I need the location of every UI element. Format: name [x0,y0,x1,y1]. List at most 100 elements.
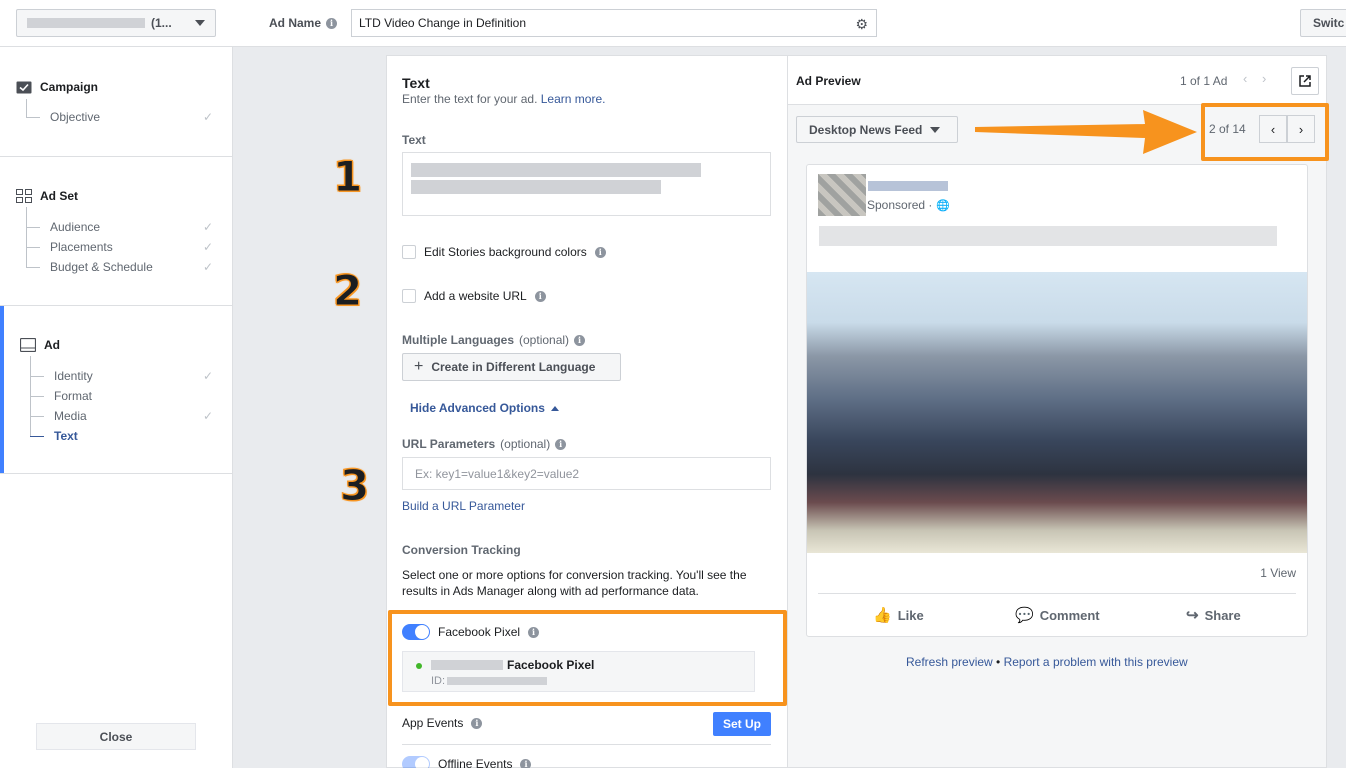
placement-dropdown[interactable]: Desktop News Feed [796,116,958,143]
text-redacted [411,180,661,194]
gear-icon[interactable]: ⚙ [855,16,868,33]
like-button[interactable]: 👍 Like [873,606,924,624]
sidebar-item-audience[interactable]: Audience [50,220,100,234]
primary-text-input[interactable] [402,152,771,216]
form-title: Text [402,75,430,91]
share-icon: ↪ [1186,607,1199,624]
url-params-input[interactable]: Ex: key1=value1&key2=value2 [402,457,771,490]
annotation-number-3: 3 [339,461,370,511]
check-icon: ✓ [203,409,214,423]
info-icon[interactable]: i [555,438,567,450]
sidebar-item-campaign-label: Campaign [40,80,99,94]
learn-more-link[interactable]: Learn more. [541,92,606,106]
tree-tick [30,436,44,437]
form-subtitle: Enter the text for your ad. Learn more. [402,92,605,106]
close-button[interactable]: Close [36,723,196,750]
external-link-icon [1299,75,1311,87]
comment-button[interactable]: 💬 Comment [1015,606,1100,624]
website-url-label: Add a website URL [424,289,527,303]
sidebar-item-text[interactable]: Text [54,429,78,443]
info-icon[interactable]: i [574,334,586,346]
account-name-redacted [27,18,145,28]
annotation-arrow [975,110,1197,154]
sidebar-section-ad: Ad Identity Format Media Text ✓ ✓ [0,306,232,474]
plus-icon: + [414,358,424,375]
info-icon[interactable]: i [520,758,532,768]
chevron-right-icon[interactable]: › [1262,71,1266,86]
sponsored-label: Sponsored · 🌐 [867,198,950,212]
like-label: Like [897,607,924,623]
grid-icon [16,189,32,203]
share-button[interactable]: ↪ Share [1186,606,1241,624]
check-icon: ✓ [203,240,214,254]
build-url-link[interactable]: Build a URL Parameter [402,499,525,513]
sidebar-item-campaign[interactable]: Campaign [16,80,98,94]
thumbs-up-icon: 👍 [873,607,892,624]
bullet-separator: • [992,655,1004,669]
ad-name-label: Ad Name i [269,16,338,30]
stories-bg-option[interactable]: Edit Stories background colors i [402,245,606,259]
open-external-button[interactable] [1291,67,1319,95]
tree-tick [26,247,40,248]
offline-events-label: Offline Events [438,757,513,768]
ad-count: 1 of 1 Ad [1180,74,1228,88]
divider [402,744,771,745]
sidebar-item-budget-schedule[interactable]: Budget & Schedule [50,260,153,274]
ad-name-input[interactable]: LTD Video Change in Definition ⚙ [351,9,877,37]
create-language-button[interactable]: + Create in Different Language [402,353,621,381]
conversion-description: Select one or more options for conversio… [402,568,747,598]
sidebar-section-adset: Ad Set Audience Placements Budget & Sche… [0,157,232,306]
website-url-checkbox[interactable] [402,289,416,303]
chevron-left-icon[interactable]: ‹ [1243,71,1247,86]
page-name-redacted [868,181,948,191]
tree-tick [26,227,40,228]
preview-links: Refresh preview • Report a problem with … [906,655,1188,669]
preview-title: Ad Preview [796,74,861,88]
report-problem-link[interactable]: Report a problem with this preview [1004,655,1188,669]
chevron-down-icon [195,20,205,26]
info-icon[interactable]: i [534,290,546,302]
avatar [818,174,866,216]
comment-icon: 💬 [1015,607,1034,624]
info-icon[interactable]: i [471,717,483,729]
info-icon[interactable]: i [326,17,338,29]
setup-button[interactable]: Set Up [713,712,771,736]
tree-tick [30,396,44,397]
post-video-thumbnail[interactable] [807,272,1307,553]
sidebar-item-adset[interactable]: Ad Set [16,189,78,203]
switch-button[interactable]: Switc [1300,9,1346,37]
url-params-label: URL Parameters (optional) i [402,437,567,451]
refresh-preview-link[interactable]: Refresh preview [906,655,993,669]
sidebar-item-format[interactable]: Format [54,389,92,403]
sidebar-section-campaign: Campaign Objective ✓ [0,47,232,157]
form-subtitle-text: Enter the text for your ad. [402,92,538,106]
sidebar-item-placements[interactable]: Placements [50,240,113,254]
check-icon: ✓ [203,369,214,383]
view-count: 1 View [1260,566,1296,580]
offline-events-toggle[interactable] [402,756,430,768]
tree-tick [26,267,40,268]
globe-icon: 🌐 [936,199,951,212]
app-events-option: App Events i [402,716,483,730]
text-field-label: Text [402,133,426,147]
sidebar-item-ad[interactable]: Ad [20,338,60,352]
url-params-label-text: URL Parameters [402,437,496,451]
sidebar-item-ad-label: Ad [44,338,60,352]
website-url-option[interactable]: Add a website URL i [402,289,546,303]
account-selector[interactable]: (1... [16,9,216,37]
stories-bg-checkbox[interactable] [402,245,416,259]
tree-line [26,207,27,267]
hide-advanced-options-link[interactable]: Hide Advanced Options [410,401,559,415]
sidebar-item-media[interactable]: Media [54,409,87,423]
multi-language-label: Multiple Languages (optional) i [402,333,586,347]
annotation-number-1: 1 [332,152,363,202]
info-icon[interactable]: i [594,246,606,258]
annotation-number-2: 2 [332,266,363,316]
sidebar-item-objective[interactable]: Objective [50,110,100,124]
ad-preview-panel: Ad Preview 1 of 1 Ad ‹ › Desktop News Fe… [787,55,1327,768]
ad-name-label-text: Ad Name [269,16,322,30]
tree-tick [30,376,44,377]
optional-tag: (optional) [519,333,570,347]
tree-tick [30,416,44,417]
sidebar-item-identity[interactable]: Identity [54,369,93,383]
